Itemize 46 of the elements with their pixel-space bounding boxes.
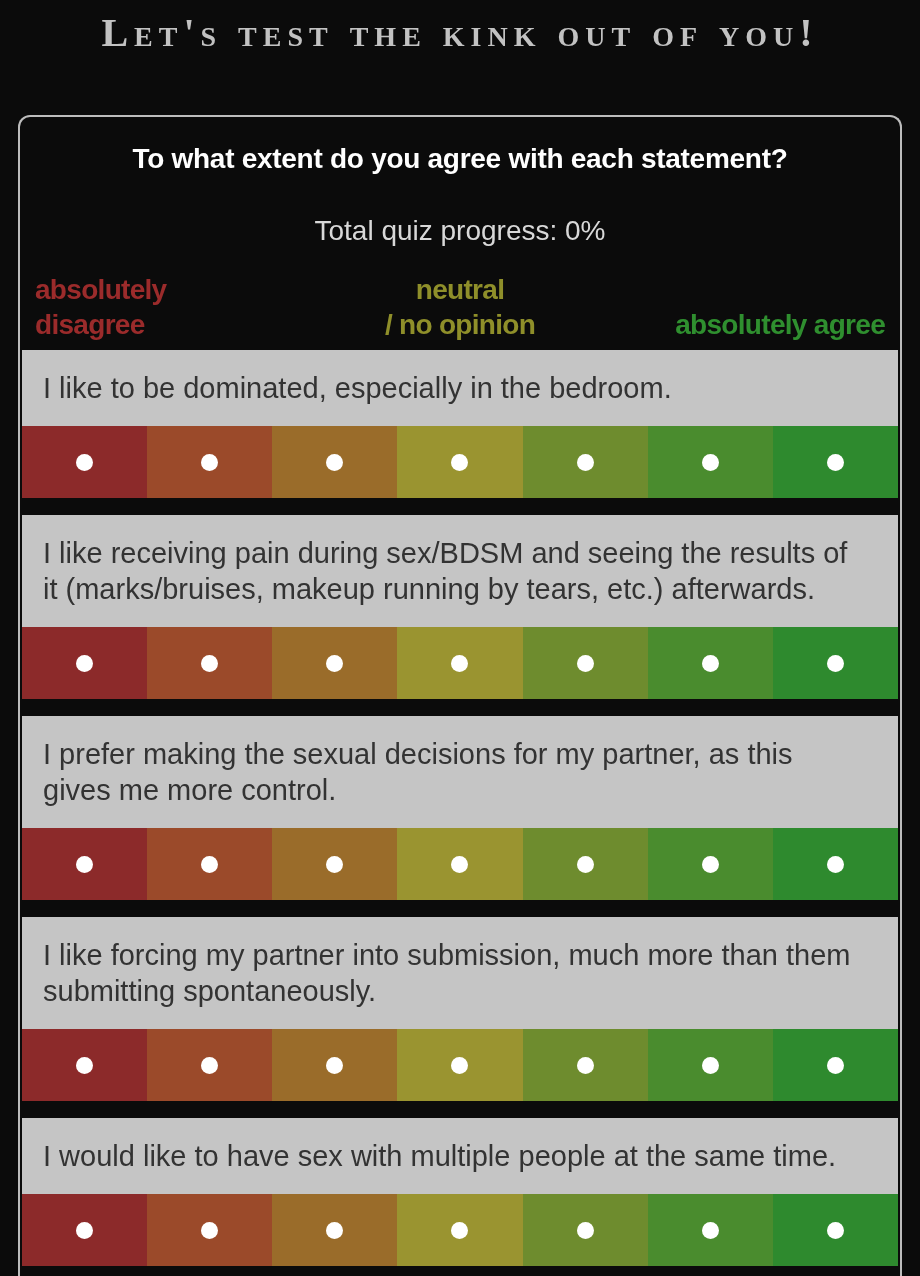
- statement-text: I like forcing my partner into submission, much more than them submitting spontaneously.: [22, 917, 898, 1029]
- radio-button[interactable]: [76, 654, 94, 672]
- radio-button[interactable]: [576, 1221, 594, 1239]
- radio-button[interactable]: [826, 654, 844, 672]
- radio-button[interactable]: [76, 855, 94, 873]
- statement-text: I would like to have sex with multiple people at the same time.: [22, 1118, 898, 1194]
- radio-button[interactable]: [701, 1221, 719, 1239]
- radio-button[interactable]: [326, 453, 344, 471]
- radio-button[interactable]: [701, 654, 719, 672]
- progress-text: Total quiz progress: 0%: [314, 215, 606, 247]
- scale-label: absolutely agree: [675, 308, 885, 342]
- radio-button[interactable]: [826, 1056, 844, 1074]
- instruction-heading: To what extent do you agree with each statement?: [132, 143, 788, 175]
- radio-button[interactable]: [326, 855, 344, 873]
- radio-button[interactable]: [201, 654, 219, 672]
- radio-button[interactable]: [201, 1056, 219, 1074]
- radio-button[interactable]: [201, 855, 219, 873]
- radio-button[interactable]: [576, 654, 594, 672]
- radio-button[interactable]: [451, 453, 469, 471]
- radio-button[interactable]: [576, 1056, 594, 1074]
- radio-button[interactable]: [451, 1221, 469, 1239]
- radio-button[interactable]: [76, 1056, 94, 1074]
- radio-button[interactable]: [451, 1056, 469, 1074]
- radio-button[interactable]: [826, 855, 844, 873]
- page-title: Let's test the kink out of you!: [101, 9, 819, 57]
- radio-button[interactable]: [201, 453, 219, 471]
- radio-button[interactable]: [201, 1221, 219, 1239]
- statement-text: I like to be dominated, especially in the bedroom.: [22, 350, 898, 426]
- scale-label: neutral / no opinion: [384, 273, 536, 342]
- radio-button[interactable]: [576, 855, 594, 873]
- statement-text: I like receiving pain during sex/BDSM and seeing the results of it (marks/bruises, makeup running by tears, etc.) afterwards.: [22, 515, 898, 627]
- radio-button[interactable]: [326, 1056, 344, 1074]
- radio-button[interactable]: [701, 453, 719, 471]
- radio-button[interactable]: [326, 654, 344, 672]
- radio-button[interactable]: [451, 654, 469, 672]
- radio-button[interactable]: [826, 453, 844, 471]
- radio-button[interactable]: [326, 1221, 344, 1239]
- radio-button[interactable]: [701, 855, 719, 873]
- scale-label: absolutely disagree: [35, 273, 167, 342]
- radio-button[interactable]: [76, 1221, 94, 1239]
- radio-button[interactable]: [76, 453, 94, 471]
- radio-button[interactable]: [826, 1221, 844, 1239]
- radio-button[interactable]: [451, 855, 469, 873]
- radio-button[interactable]: [576, 453, 594, 471]
- radio-button[interactable]: [701, 1056, 719, 1074]
- statement-text: I prefer making the sexual decisions for my partner, as this gives me more control.: [22, 716, 898, 828]
